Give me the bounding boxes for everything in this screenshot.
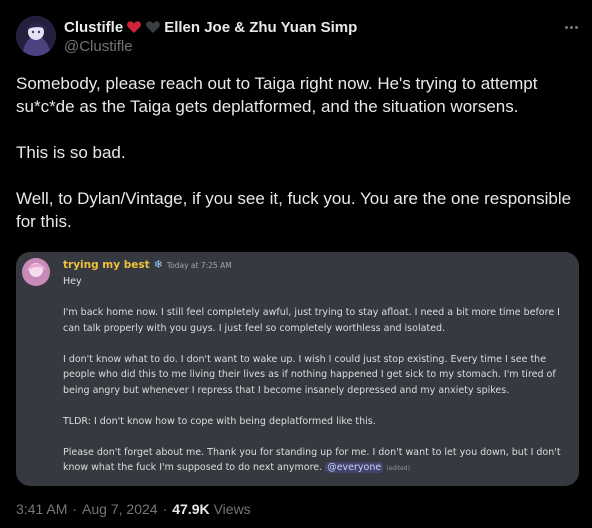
separator-dot: · [72, 501, 78, 517]
discord-avatar [22, 258, 50, 286]
edited-label: (edited) [386, 465, 410, 472]
author-avatar[interactable] [16, 16, 56, 56]
post-date[interactable]: Aug 7, 2024 [82, 501, 158, 517]
discord-message-header: trying my best ❄ Today at 7:25 AM [63, 258, 232, 272]
discord-line: Please don't forget about me. Thank you … [63, 445, 568, 477]
discord-last-line-text: Please don't forget about me. Thank you … [63, 446, 561, 474]
discord-timestamp: Today at 7:25 AM [166, 261, 232, 270]
discord-line: I'm back home now. I still feel complete… [63, 307, 560, 334]
attached-image-discord-message[interactable]: trying my best ❄ Today at 7:25 AM Hey I'… [16, 252, 579, 486]
post-metadata: 3:41 AM · Aug 7, 2024 · 47.9K Views [16, 500, 251, 518]
separator-dot: · [162, 501, 168, 517]
views-label: Views [213, 501, 251, 517]
red-heart-icon [127, 21, 142, 33]
black-heart-icon [146, 21, 161, 33]
discord-line: Hey [63, 276, 82, 287]
snowflake-icon: ❄ [153, 258, 163, 271]
more-options-icon[interactable] [560, 18, 582, 36]
tweet-paragraph: This is so bad. [16, 143, 126, 162]
post-time[interactable]: 3:41 AM [16, 501, 67, 517]
author-handle[interactable]: @Clustifle [64, 38, 133, 55]
author-name-row[interactable]: Clustifle Ellen Joe & Zhu Yuan Simp [64, 17, 357, 37]
views-count: 47.9K [172, 501, 210, 517]
author-display-name[interactable]: Clustifle [64, 19, 123, 36]
discord-line: TLDR: I don't know how to cope with bein… [63, 415, 376, 427]
everyone-mention: @everyone [325, 462, 384, 473]
tweet-paragraph: Somebody, please reach out to Taiga righ… [16, 74, 538, 116]
tweet-text: Somebody, please reach out to Taiga righ… [16, 72, 572, 233]
author-display-name-suffix[interactable]: Ellen Joe & Zhu Yuan Simp [164, 19, 357, 36]
discord-message-body: Hey I'm back home now. I still feel comp… [63, 274, 568, 477]
discord-line: I don't know what to do. I don't want to… [63, 353, 556, 396]
discord-username: trying my best [63, 259, 150, 271]
tweet-paragraph: Well, to Dylan/Vintage, if you see it, f… [16, 189, 572, 231]
tweet-post: Clustifle Ellen Joe & Zhu Yuan Simp @Clu… [0, 0, 592, 528]
